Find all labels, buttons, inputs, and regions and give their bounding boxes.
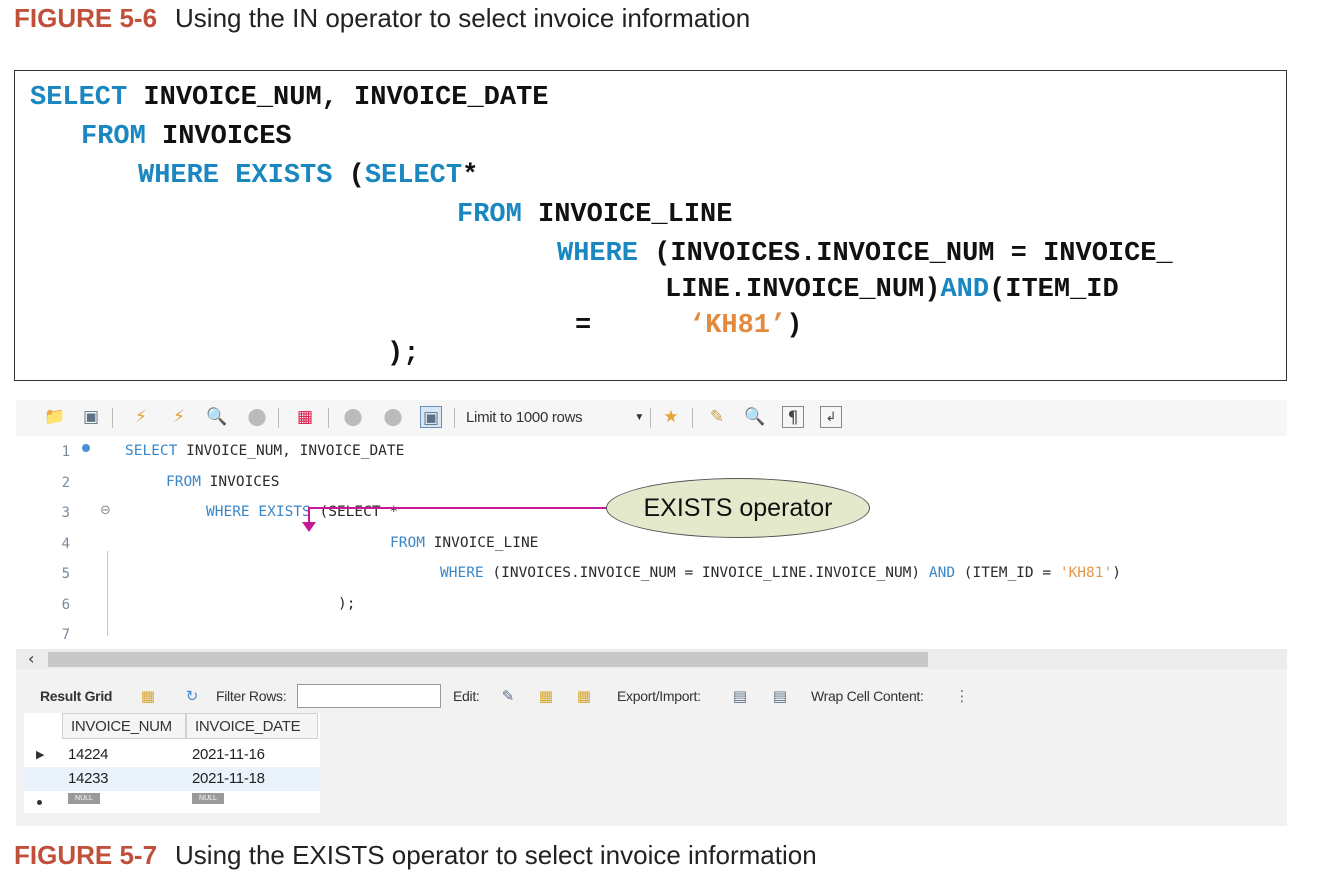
line-number: 6 <box>61 597 70 613</box>
result-toolbar: Result Grid ▦ ↻ Filter Rows: Edit: ✎ ▦ ▦… <box>16 681 1287 711</box>
wrap-cell-icon[interactable]: ⋮ <box>952 686 972 706</box>
statement-marker <box>82 444 90 452</box>
grid-cell[interactable]: 14224 <box>68 746 109 763</box>
code-line: FROM INVOICE_LINE <box>457 200 733 230</box>
execute-current-icon[interactable]: ⚡ <box>168 406 190 428</box>
result-grid-tab[interactable]: Result Grid <box>40 688 112 704</box>
printed-sql-code-box: SELECT INVOICE_NUM, INVOICE_DATE FROM IN… <box>14 70 1287 381</box>
find-icon[interactable]: 🔍 <box>744 406 766 428</box>
filter-rows-label: Filter Rows: <box>216 688 287 704</box>
rollback-icon[interactable]: ⬤ <box>382 406 404 428</box>
stop-icon[interactable]: ⬤ <box>246 406 268 428</box>
commit-icon[interactable]: ⬤ <box>342 406 364 428</box>
editor-line: FROM INVOICES <box>166 474 280 490</box>
current-row-icon: ▶ <box>36 749 45 761</box>
refresh-icon[interactable]: ↻ <box>182 686 202 706</box>
line-number: 7 <box>61 627 70 643</box>
null-badge[interactable]: NULL <box>68 793 100 804</box>
wrap-icon[interactable]: ↲ <box>820 406 842 428</box>
export-icon[interactable]: ▤ <box>730 686 750 706</box>
editor-line: ); <box>338 596 356 612</box>
beautify-icon[interactable]: ✎ <box>706 406 728 428</box>
scroll-left-icon[interactable]: ‹ <box>28 649 34 669</box>
exists-operator-callout: EXISTS operator <box>606 478 870 538</box>
save-icon[interactable]: ▣ <box>80 406 102 428</box>
editor-line: FROM INVOICE_LINE <box>390 535 539 551</box>
figure-caption-text: Using the EXISTS operator to select invo… <box>175 840 817 870</box>
folder-icon[interactable]: 📁 <box>44 406 66 428</box>
invisible-chars-icon[interactable]: ¶ <box>782 406 804 428</box>
horizontal-scrollbar[interactable]: ‹ <box>16 649 1287 669</box>
code-line: SELECT INVOICE_NUM, INVOICE_DATE <box>30 83 549 113</box>
code-line: LINE.INVOICE_NUM)AND(ITEM_ID <box>665 275 1119 305</box>
fold-toggle-icon[interactable]: ⊖ <box>100 504 114 518</box>
line-number: 3 <box>61 505 70 521</box>
toolbar-separator <box>692 408 693 428</box>
code-line: ); <box>387 339 420 369</box>
null-badge[interactable]: NULL <box>192 793 224 804</box>
autocommit-icon[interactable]: ▣ <box>420 406 442 428</box>
figure-label: FIGURE 5-7 <box>14 840 158 870</box>
add-row-icon[interactable]: ▦ <box>536 686 556 706</box>
callout-leader-line <box>308 507 608 509</box>
editor-line: SELECT INVOICE_NUM, INVOICE_DATE <box>125 443 405 459</box>
explain-icon[interactable]: 🔍 <box>206 406 228 428</box>
grid-cell[interactable]: 2021-11-18 <box>192 770 265 787</box>
code-line: WHERE EXISTS (SELECT* <box>138 161 479 191</box>
code-line: = <box>575 311 592 341</box>
line-number: 4 <box>61 536 70 552</box>
figure-caption-text: Using the IN operator to select invoice … <box>175 3 751 33</box>
bookmark-icon[interactable]: ★ <box>660 406 682 428</box>
toolbar-separator <box>278 408 279 428</box>
delete-row-icon[interactable]: ▦ <box>574 686 594 706</box>
toolbar-separator <box>454 408 455 428</box>
export-import-label: Export/Import: <box>617 688 701 704</box>
callout-arrow-icon <box>302 522 316 532</box>
editor-line: WHERE (INVOICES.INVOICE_NUM = INVOICE_LI… <box>440 565 1121 581</box>
toolbar-separator <box>650 408 651 428</box>
chevron-down-icon: ▼ <box>634 412 644 423</box>
column-header[interactable]: INVOICE_DATE <box>186 713 318 739</box>
code-line: WHERE (INVOICES.INVOICE_NUM = INVOICE_ <box>557 239 1173 269</box>
figure-caption-bottom: FIGURE 5-7 Using the EXISTS operator to s… <box>14 840 817 871</box>
code-line: ‘KH81’) <box>689 311 803 341</box>
edit-label: Edit: <box>453 688 480 704</box>
limit-rows-select[interactable]: Limit to 1000 rows ▼ <box>466 406 644 430</box>
result-grid: INVOICE_NUM INVOICE_DATE ▶ 14224 2021-11… <box>24 713 320 813</box>
sql-editor[interactable]: 1 2 3 4 5 6 7 ⊖ SELECT INVOICE_NUM, INVO… <box>16 436 1287 649</box>
toolbar-separator <box>112 408 113 428</box>
line-number: 2 <box>61 475 70 491</box>
line-number: 1 <box>61 444 70 460</box>
figure-caption-top: FIGURE 5-6 Using the IN operator to selec… <box>14 3 750 34</box>
import-icon[interactable]: ▤ <box>770 686 790 706</box>
fold-guide <box>107 551 108 636</box>
figure-label: FIGURE 5-6 <box>14 3 158 33</box>
grid-cell[interactable]: 2021-11-16 <box>192 746 265 763</box>
toggle-error-icon[interactable]: ▦ <box>294 406 316 428</box>
filter-rows-input[interactable] <box>297 684 441 708</box>
column-header[interactable]: INVOICE_NUM <box>62 713 186 739</box>
editor-toolbar: 📁 ▣ ⚡ ⚡ 🔍 ⬤ ▦ ⬤ ⬤ ▣ Limit to 1000 rows ▼… <box>16 400 1287 436</box>
grid-cell[interactable]: 14233 <box>68 770 109 787</box>
wrap-cell-label: Wrap Cell Content: <box>811 688 924 704</box>
workbench-screenshot: 📁 ▣ ⚡ ⚡ 🔍 ⬤ ▦ ⬤ ⬤ ▣ Limit to 1000 rows ▼… <box>16 400 1287 826</box>
line-number: 5 <box>61 566 70 582</box>
new-row-icon <box>37 800 42 805</box>
execute-icon[interactable]: ⚡ <box>130 406 152 428</box>
edit-cell-icon[interactable]: ✎ <box>498 686 518 706</box>
toolbar-separator <box>328 408 329 428</box>
limit-rows-label: Limit to 1000 rows <box>466 409 583 426</box>
code-line: FROM INVOICES <box>81 122 292 152</box>
grid-view-icon[interactable]: ▦ <box>138 686 158 706</box>
scrollbar-thumb[interactable] <box>48 652 928 667</box>
